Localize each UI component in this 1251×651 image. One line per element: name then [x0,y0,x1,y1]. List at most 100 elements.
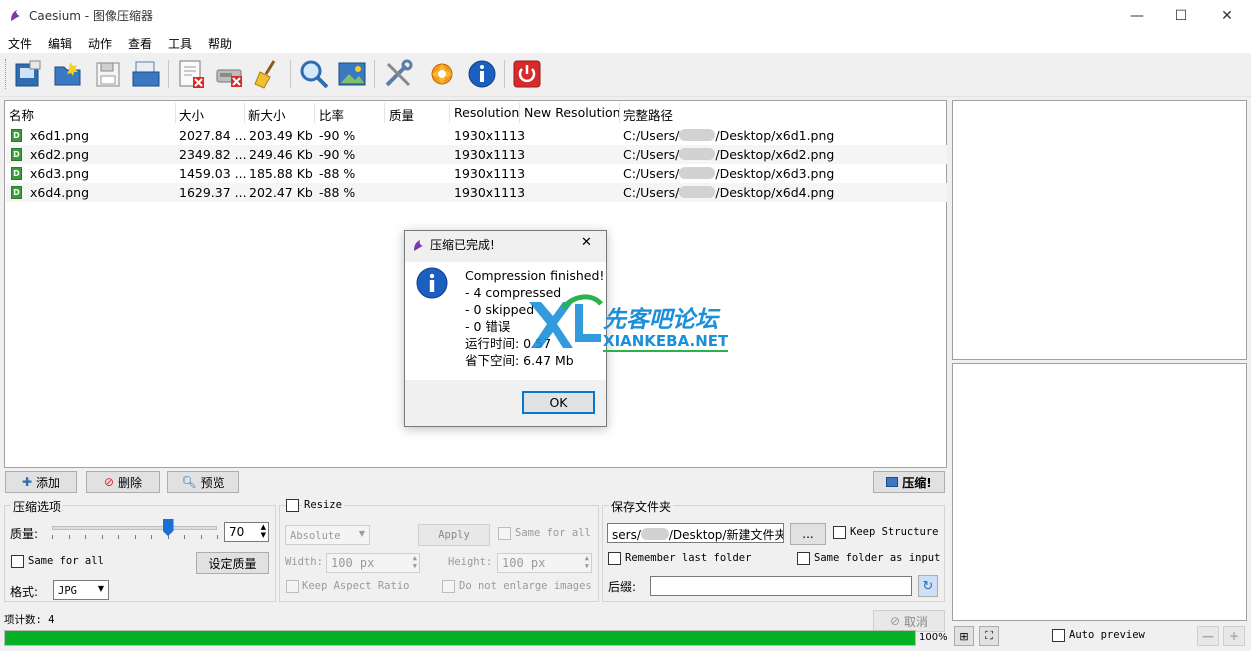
ok-button[interactable]: OK [522,391,595,414]
browse-button[interactable]: ... [790,523,826,545]
toolbar-separator [168,60,169,88]
column-size[interactable]: 大小 [179,105,204,124]
column-quality[interactable]: 质量 [389,105,414,124]
image-preview-icon[interactable] [336,58,368,90]
open-folder-icon[interactable] [52,58,84,90]
cell-path: C:/Users/ /Desktop/x6d3.png [623,166,834,181]
suffix-input[interactable] [650,576,912,596]
cancel-button[interactable]: ⊘ 取消 [873,610,945,632]
same-folder-checkbox[interactable] [797,552,810,565]
spin-arrows-icon[interactable]: ▲ ▼ [413,554,417,570]
clear-list-icon[interactable] [214,58,246,90]
dialog-body: Compression finished! - 4 compressed - 0… [405,262,606,380]
message-line: 省下空间: 6.47 Mb [465,353,574,368]
preview-label: 预览 [200,475,225,490]
save-list-icon[interactable] [92,58,124,90]
png-file-icon: D [11,129,22,142]
width-spinbox[interactable]: 100 px ▲ ▼ [326,553,420,573]
menu-help[interactable]: 帮助 [208,35,232,52]
original-preview-panel [952,100,1247,360]
column-divider[interactable] [384,103,385,123]
no-enlarge-checkbox[interactable] [442,580,455,593]
menu-tools[interactable]: 工具 [168,35,192,52]
height-value: 100 px [502,556,546,570]
zoom-out-button[interactable]: — [1197,626,1219,646]
fit-to-window-button[interactable]: ⊞ [954,626,974,646]
menu-view[interactable]: 查看 [128,35,152,52]
cell-name: x6d2.png [30,147,90,162]
slider-tick [151,535,152,539]
cell-path: C:/Users/ /Desktop/x6d4.png [623,185,834,200]
toolbar-grip[interactable] [5,59,7,89]
menu-action[interactable]: 动作 [88,35,112,52]
dialog-title: 压缩已完成! [430,238,495,252]
add-label: 添加 [36,475,61,490]
table-row[interactable]: D x6d2.png 2349.82 ... 249.46 Kb -90 % 1… [6,145,947,164]
remember-folder-checkbox[interactable] [608,552,621,565]
column-full-path[interactable]: 完整路径 [623,105,673,124]
format-select[interactable]: JPG ▼ [53,580,109,600]
table-row[interactable]: D x6d4.png 1629.37 ... 202.47 Kb -88 % 1… [6,183,947,202]
add-button[interactable]: ✚ 添加 [5,471,77,493]
resize-same-for-all-checkbox[interactable] [498,527,511,540]
path-prefix: C:/Users/ [623,166,680,181]
menu-file[interactable]: 文件 [8,35,32,52]
resize-mode-select[interactable]: Absolute ▼ [285,525,370,545]
resize-checkbox[interactable] [286,499,299,512]
column-divider[interactable] [175,103,176,123]
tools-settings-icon[interactable] [382,58,414,90]
compress-button[interactable]: 压缩! [873,471,945,493]
output-folder-input[interactable]: sers/ /Desktop/新建文件夹 [607,523,784,543]
height-spinbox[interactable]: 100 px ▲ ▼ [497,553,592,573]
same-for-all-checkbox[interactable] [11,555,24,568]
dialog-close-button[interactable]: ✕ [581,235,592,250]
compression-finished-dialog: 压缩已完成! ✕ Compression finished! - 4 compr… [404,230,607,427]
quality-slider-track[interactable] [52,526,217,530]
update-icon[interactable] [426,58,458,90]
column-divider[interactable] [519,103,520,123]
column-divider[interactable] [244,103,245,123]
table-row[interactable]: D x6d3.png 1459.03 ... 185.88 Kb -88 % 1… [6,164,947,183]
remove-item-icon[interactable] [176,58,208,90]
redacted-username [679,148,716,160]
slider-tick [217,535,218,539]
close-window-button[interactable]: ✕ [1204,0,1250,31]
set-quality-button[interactable]: 设定质量 [196,552,269,574]
open-list-icon[interactable] [130,58,162,90]
keep-structure-checkbox[interactable] [833,526,846,539]
column-new-size[interactable]: 新大小 [248,105,286,124]
column-new-resolution[interactable]: New Resolution [524,105,621,120]
slider-tick [184,535,185,539]
table-row[interactable]: D x6d1.png 2027.84 ... 203.49 Kb -90 % 1… [6,126,947,145]
keep-aspect-checkbox[interactable] [286,580,299,593]
column-divider[interactable] [314,103,315,123]
resize-same-for-all-label: Same for all [515,527,591,539]
magnifier-icon[interactable] [298,58,330,90]
column-ratio[interactable]: 比率 [319,105,344,124]
column-name[interactable]: 名称 [9,105,34,124]
cancel-label: 取消 [904,614,929,629]
quality-spinbox[interactable]: 70 ▲ ▼ [224,522,269,542]
menu-edit[interactable]: 编辑 [48,35,72,52]
spin-arrows-icon[interactable]: ▲ ▼ [261,523,266,539]
suffix-label: 后缀: [608,580,637,594]
preview-button[interactable]: 🔍︎ 预览 [167,471,239,493]
minimize-button[interactable]: — [1114,0,1160,31]
spin-arrows-icon[interactable]: ▲ ▼ [585,554,589,570]
fullscreen-icon: ⛶ [985,629,993,642]
power-icon[interactable] [511,58,543,90]
maximize-button[interactable]: ☐ [1158,0,1204,31]
apply-button[interactable]: Apply [418,524,490,546]
delete-button[interactable]: ⊘ 删除 [86,471,160,493]
column-resolution[interactable]: Resolution [454,105,519,120]
column-divider[interactable] [449,103,450,123]
refresh-suffix-button[interactable]: ↻ [918,575,938,597]
info-icon[interactable] [466,58,498,90]
broom-icon[interactable] [252,58,284,90]
fullscreen-button[interactable]: ⛶ [979,626,999,646]
add-files-icon[interactable] [12,58,44,90]
auto-preview-checkbox[interactable] [1052,629,1065,642]
column-divider[interactable] [619,103,620,123]
keep-aspect-label: Keep Aspect Ratio [302,580,410,592]
zoom-in-button[interactable]: + [1223,626,1245,646]
